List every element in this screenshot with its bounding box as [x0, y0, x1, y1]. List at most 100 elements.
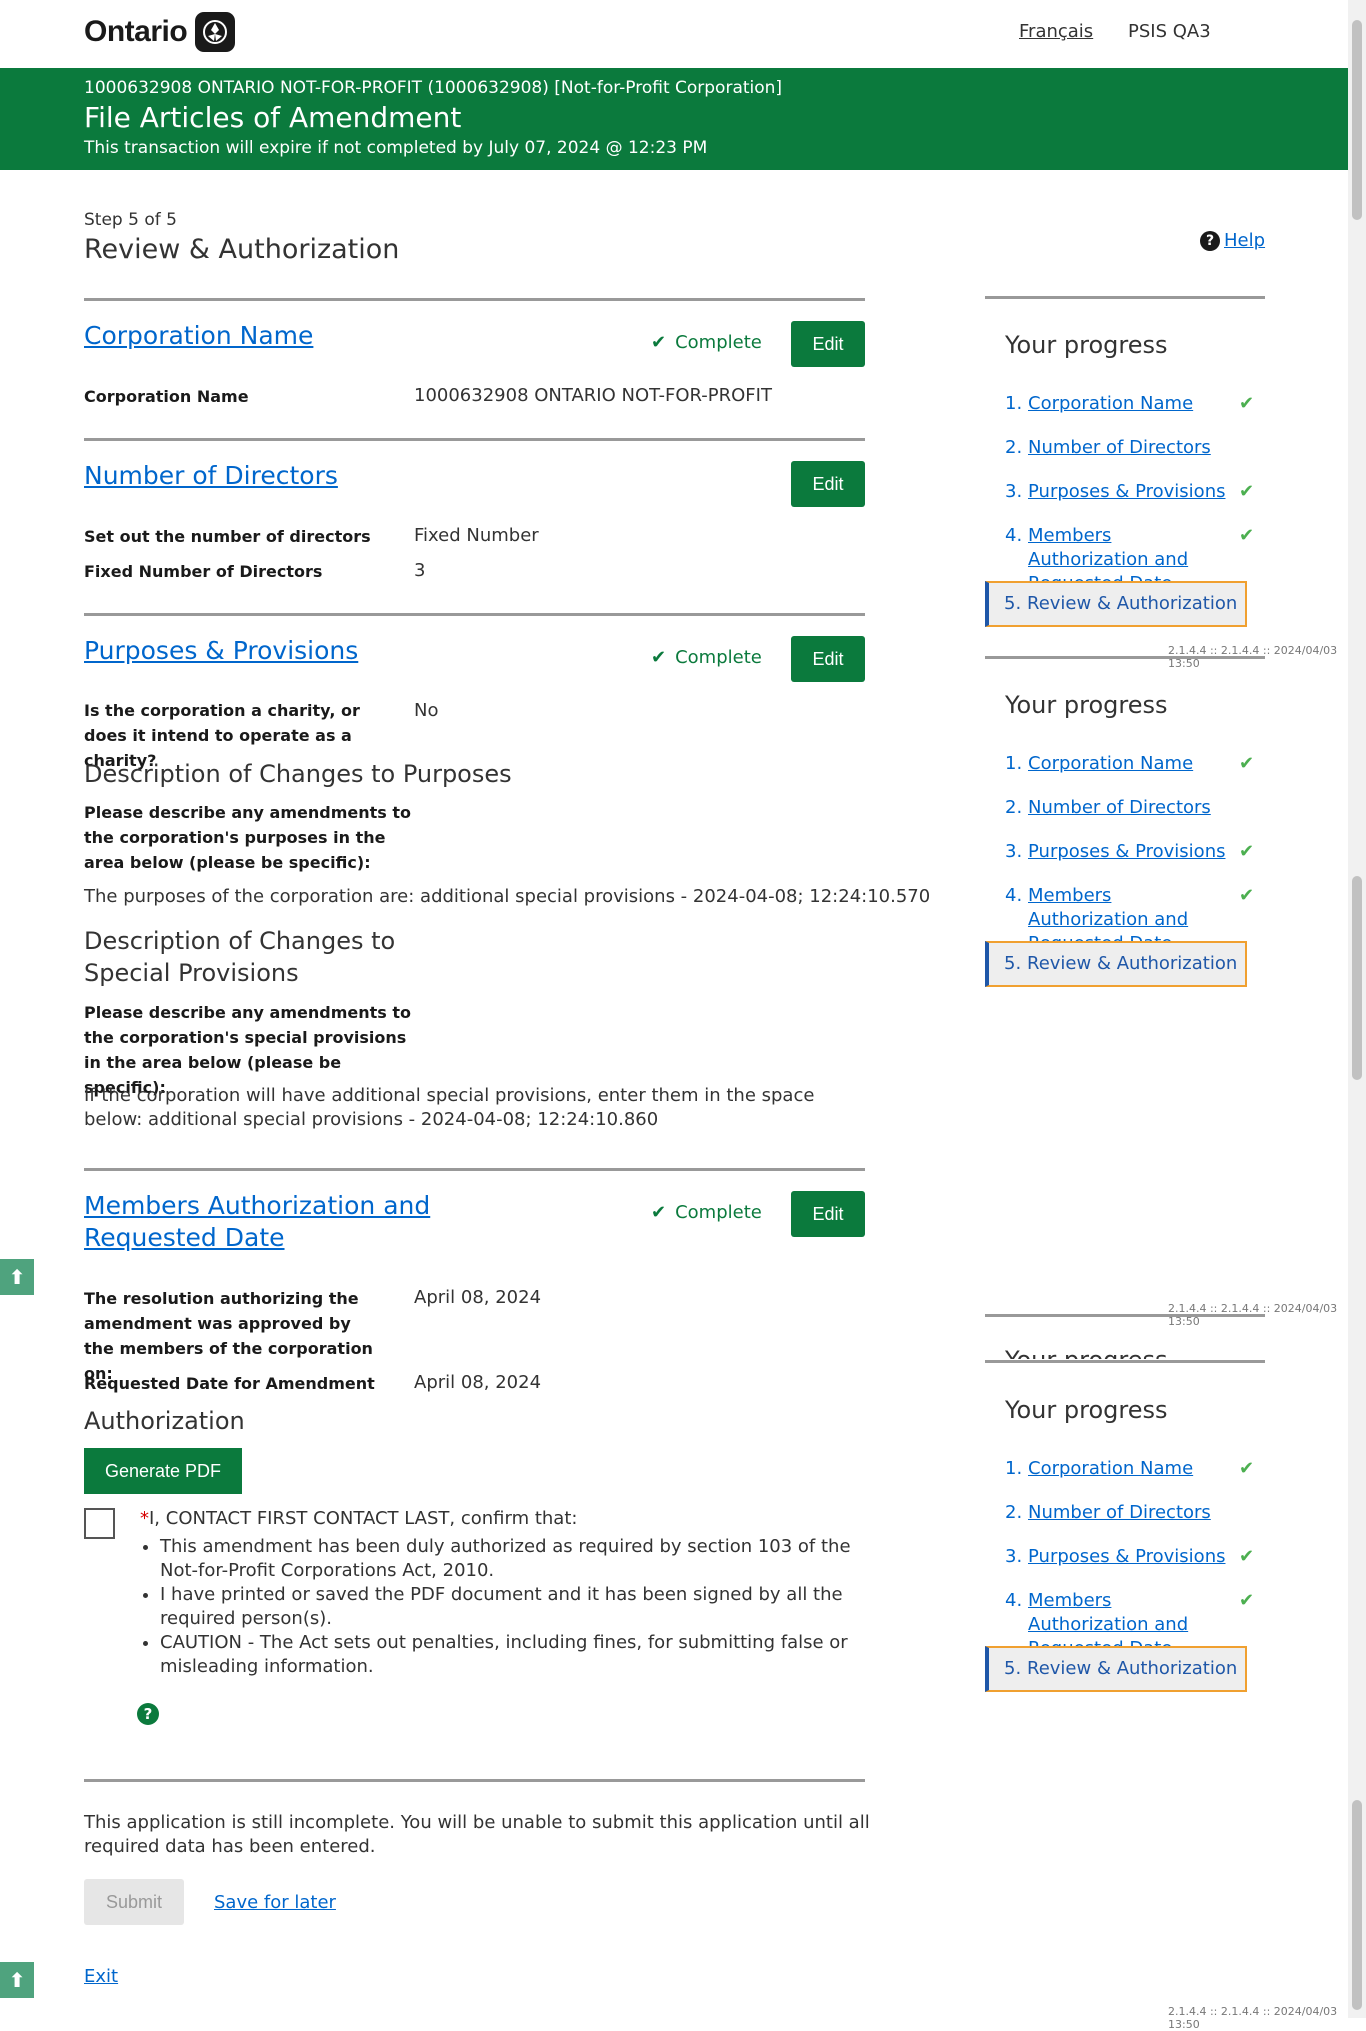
progress-num: 2. — [1005, 797, 1023, 818]
corporation-name-value: 1000632908 ONTARIO NOT-FOR-PROFIT — [414, 385, 772, 406]
progress-current-label: Review & Authorization — [1027, 953, 1238, 974]
progress-divider — [985, 296, 1265, 299]
progress-num: 2. — [1005, 1502, 1023, 1523]
arrow-up-icon: ⬆ — [8, 1968, 26, 1992]
purposes-changes-label: Please describe any amendments to the co… — [84, 803, 412, 872]
page-banner: 1000632908 ONTARIO NOT-FOR-PROFIT (10006… — [0, 68, 1348, 170]
scrollbar-thumb[interactable] — [1352, 876, 1362, 1080]
progress-link[interactable]: Purposes & Provisions — [1028, 480, 1233, 504]
corporation-name-heading-link[interactable]: Corporation Name — [84, 320, 313, 352]
progress-item-purposes-provisions[interactable]: 3. Purposes & Provisions ✔ — [1005, 480, 1265, 504]
progress-num: 5. — [1004, 953, 1022, 974]
provisions-changes-text: If the corporation will have additional … — [84, 1085, 815, 1130]
environment-label: PSIS QA3 — [1128, 21, 1211, 42]
number-of-directors-heading-link[interactable]: Number of Directors — [84, 460, 338, 492]
incomplete-message: This application is still incomplete. Yo… — [84, 1812, 870, 1857]
progress-link[interactable]: Corporation Name — [1028, 392, 1233, 416]
help-link-text[interactable]: Help — [1224, 230, 1265, 251]
save-for-later-link[interactable]: Save for later — [214, 1892, 336, 1913]
progress-link[interactable]: Number of Directors — [1028, 796, 1233, 820]
progress-item-corporation-name[interactable]: 1. Corporation Name ✔ — [1005, 1457, 1265, 1481]
check-icon: ✔ — [651, 647, 667, 668]
banner-expiry: This transaction will expire if not comp… — [84, 138, 708, 158]
progress-current-label: Review & Authorization — [1027, 593, 1238, 614]
progress-num: 1. — [1005, 393, 1023, 414]
back-to-top-button[interactable]: ⬆ — [0, 1259, 34, 1295]
progress-item-number-of-directors[interactable]: 2. Number of Directors — [1005, 1501, 1265, 1525]
status-complete-label: Complete — [675, 332, 762, 353]
banner-title: File Articles of Amendment — [84, 101, 462, 134]
status-complete-label: Complete — [675, 647, 762, 668]
progress-item-purposes-provisions[interactable]: 3. Purposes & Provisions ✔ — [1005, 1545, 1265, 1569]
progress-num: 5. — [1004, 1658, 1022, 1679]
back-to-top-button[interactable]: ⬆ — [0, 1962, 34, 1998]
progress-link[interactable]: Number of Directors — [1028, 1501, 1233, 1525]
edit-number-of-directors-button[interactable]: Edit — [791, 461, 865, 507]
progress-title: Your progress — [1005, 1396, 1168, 1424]
progress-link[interactable]: Corporation Name — [1028, 1457, 1233, 1481]
confirm-bullet-list: This amendment has been duly authorized … — [140, 1535, 870, 1679]
progress-title: Your progress — [1005, 691, 1168, 719]
banner-corporation: 1000632908 ONTARIO NOT-FOR-PROFIT (10006… — [84, 78, 783, 98]
scrollbar-thumb[interactable] — [1352, 20, 1362, 220]
progress-num: 5. — [1004, 593, 1022, 614]
question-circle-icon: ? — [1200, 230, 1220, 251]
requested-date-label: Requested Date for Amendment — [84, 1374, 375, 1393]
section-divider — [84, 438, 865, 441]
submit-button[interactable]: Submit — [84, 1879, 184, 1925]
check-icon: ✔ — [1239, 1546, 1255, 1567]
progress-title-clipped: Your progress — [1005, 1349, 1167, 1359]
edit-corporation-name-button[interactable]: Edit — [791, 321, 865, 367]
confirm-statement: *I, CONTACT FIRST CONTACT LAST, confirm … — [140, 1508, 577, 1529]
scrollbar-thumb[interactable] — [1352, 1800, 1362, 2010]
requested-date-value: April 08, 2024 — [414, 1372, 542, 1393]
purposes-provisions-heading-link[interactable]: Purposes & Provisions — [84, 635, 358, 667]
progress-item-current: 5. Review & Authorization — [985, 581, 1247, 627]
progress-item-number-of-directors[interactable]: 2. Number of Directors — [1005, 436, 1265, 460]
progress-item-corporation-name[interactable]: 1. Corporation Name ✔ — [1005, 392, 1265, 416]
page-title: Review & Authorization — [84, 234, 400, 265]
progress-current-label: Review & Authorization — [1027, 1658, 1238, 1679]
list-item: I have printed or saved the PDF document… — [160, 1583, 870, 1631]
trillium-icon — [195, 12, 236, 52]
help-link[interactable]: ? Help — [1200, 230, 1265, 251]
directors-type-value: Fixed Number — [414, 525, 539, 546]
directors-type-label: Set out the number of directors — [84, 527, 371, 546]
progress-item-purposes-provisions[interactable]: 3. Purposes & Provisions ✔ — [1005, 840, 1265, 864]
page-scrollbar[interactable] — [1348, 0, 1366, 2018]
edit-purposes-provisions-button[interactable]: Edit — [791, 636, 865, 682]
question-circle-icon[interactable]: ? — [137, 1703, 159, 1725]
check-icon: ✔ — [1239, 481, 1255, 502]
edit-members-authorization-button[interactable]: Edit — [791, 1191, 865, 1237]
progress-item-corporation-name[interactable]: 1. Corporation Name ✔ — [1005, 752, 1265, 776]
check-icon: ✔ — [651, 1202, 667, 1223]
fixed-number-label: Fixed Number of Directors — [84, 562, 323, 581]
members-authorization-heading-link[interactable]: Members Authorization and Requested Date — [84, 1190, 554, 1254]
confirm-checkbox[interactable] — [84, 1508, 115, 1539]
progress-link[interactable]: Corporation Name — [1028, 752, 1233, 776]
progress-link[interactable]: Purposes & Provisions — [1028, 840, 1233, 864]
corporation-name-label: Corporation Name — [84, 387, 249, 406]
list-item: CAUTION - The Act sets out penalties, in… — [160, 1631, 870, 1679]
purposes-status: ✔ Complete — [651, 647, 762, 668]
progress-link[interactable]: Purposes & Provisions — [1028, 1545, 1233, 1569]
generate-pdf-button[interactable]: Generate PDF — [84, 1448, 242, 1494]
progress-link[interactable]: Number of Directors — [1028, 436, 1233, 460]
section-divider — [84, 1779, 865, 1782]
section-divider — [84, 613, 865, 616]
logo-text: Ontario — [84, 15, 188, 48]
exit-link[interactable]: Exit — [84, 1966, 118, 1987]
french-link[interactable]: Français — [1019, 21, 1093, 42]
progress-num: 3. — [1005, 841, 1023, 862]
fixed-number-value: 3 — [414, 560, 426, 581]
required-marker: * — [140, 1508, 149, 1529]
progress-num: 3. — [1005, 1546, 1023, 1567]
ontario-logo[interactable]: Ontario — [84, 12, 236, 52]
check-icon: ✔ — [1239, 753, 1255, 774]
charity-value: No — [414, 700, 439, 721]
progress-num: 2. — [1005, 437, 1023, 458]
progress-num: 1. — [1005, 753, 1023, 774]
check-icon: ✔ — [651, 332, 667, 353]
progress-num: 3. — [1005, 481, 1023, 502]
progress-item-number-of-directors[interactable]: 2. Number of Directors — [1005, 796, 1265, 820]
